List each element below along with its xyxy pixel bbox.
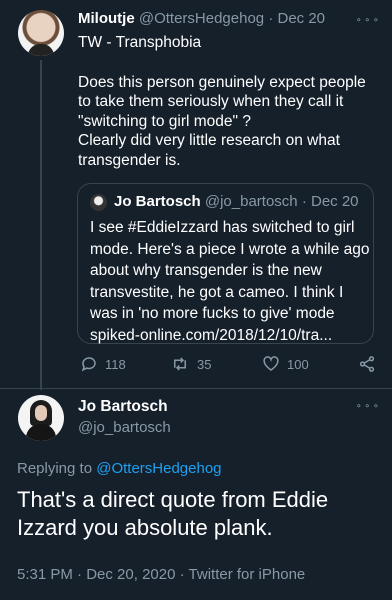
tweet-meta: 5:31 PM · Dec 20, 2020 · Twitter for iPh… — [17, 566, 305, 583]
avatar-miloutje[interactable] — [18, 10, 64, 56]
handle[interactable]: @OttersHedgehog — [139, 10, 264, 27]
display-name[interactable]: Miloutje — [78, 10, 135, 27]
retweet-icon — [174, 357, 186, 371]
tweet-source[interactable]: Twitter for iPhone — [189, 566, 306, 583]
main-tweet-text: That's a direct quote from Eddie Izzard … — [17, 487, 329, 540]
quoted-avatar — [90, 194, 107, 211]
share-button[interactable] — [358, 355, 376, 373]
content-warning: TW - Transphobia — [78, 34, 202, 51]
separator: · — [268, 10, 274, 27]
replying-prefix: Replying to — [17, 460, 93, 477]
separator: · — [179, 566, 185, 583]
share-icon — [359, 356, 375, 372]
quoted-date: Dec 20 — [311, 193, 359, 210]
parent-tweet-body: TW - Transphobia Does this person genuin… — [78, 33, 383, 170]
like-button[interactable]: 100 — [262, 355, 309, 373]
retweet-count: 35 — [197, 356, 212, 372]
more-icon[interactable]: ⚬⚬⚬ — [355, 15, 381, 26]
replying-to-link[interactable]: @OttersHedgehog — [96, 460, 221, 477]
quoted-header: Jo Bartosch @jo_bartosch · Dec 20 — [114, 193, 359, 210]
like-icon — [263, 356, 279, 371]
retweet-button[interactable]: 35 — [170, 355, 211, 373]
avatar-jo-bartosch[interactable] — [18, 395, 64, 441]
divider — [0, 388, 392, 389]
separator: · — [77, 566, 83, 583]
parent-tweet[interactable]: Miloutje @OttersHedgehog · Dec 20 ⚬⚬⚬ TW… — [0, 0, 392, 390]
replying-to: Replying to @OttersHedgehog — [17, 460, 222, 477]
display-name[interactable]: Jo Bartosch — [78, 398, 168, 416]
parent-tweet-header: Miloutje @OttersHedgehog · Dec 20 — [78, 10, 325, 27]
tweet-time[interactable]: 5:31 PM — [17, 566, 73, 583]
reply-icon — [81, 357, 96, 372]
tweet-actions: 118 35 100 — [80, 355, 380, 375]
like-count: 100 — [287, 356, 309, 372]
reply-button[interactable]: 118 — [80, 355, 126, 373]
tweet-date[interactable]: Dec 20 — [277, 10, 325, 27]
parent-tweet-text: Does this person genuinely expect people… — [78, 73, 366, 169]
handle[interactable]: @jo_bartosch — [78, 419, 171, 436]
separator: · — [301, 193, 307, 210]
more-icon[interactable]: ⚬⚬⚬ — [355, 401, 381, 412]
reply-count: 118 — [105, 356, 126, 372]
quoted-tweet[interactable]: Jo Bartosch @jo_bartosch · Dec 20 I see … — [77, 183, 374, 344]
quoted-text: I see #EddieIzzard has switched to girl … — [90, 219, 370, 344]
quoted-handle: @jo_bartosch — [204, 193, 298, 210]
quoted-display-name: Jo Bartosch — [114, 193, 201, 210]
tweet-date[interactable]: Dec 20, 2020 — [86, 566, 175, 583]
thread-line — [40, 60, 42, 390]
